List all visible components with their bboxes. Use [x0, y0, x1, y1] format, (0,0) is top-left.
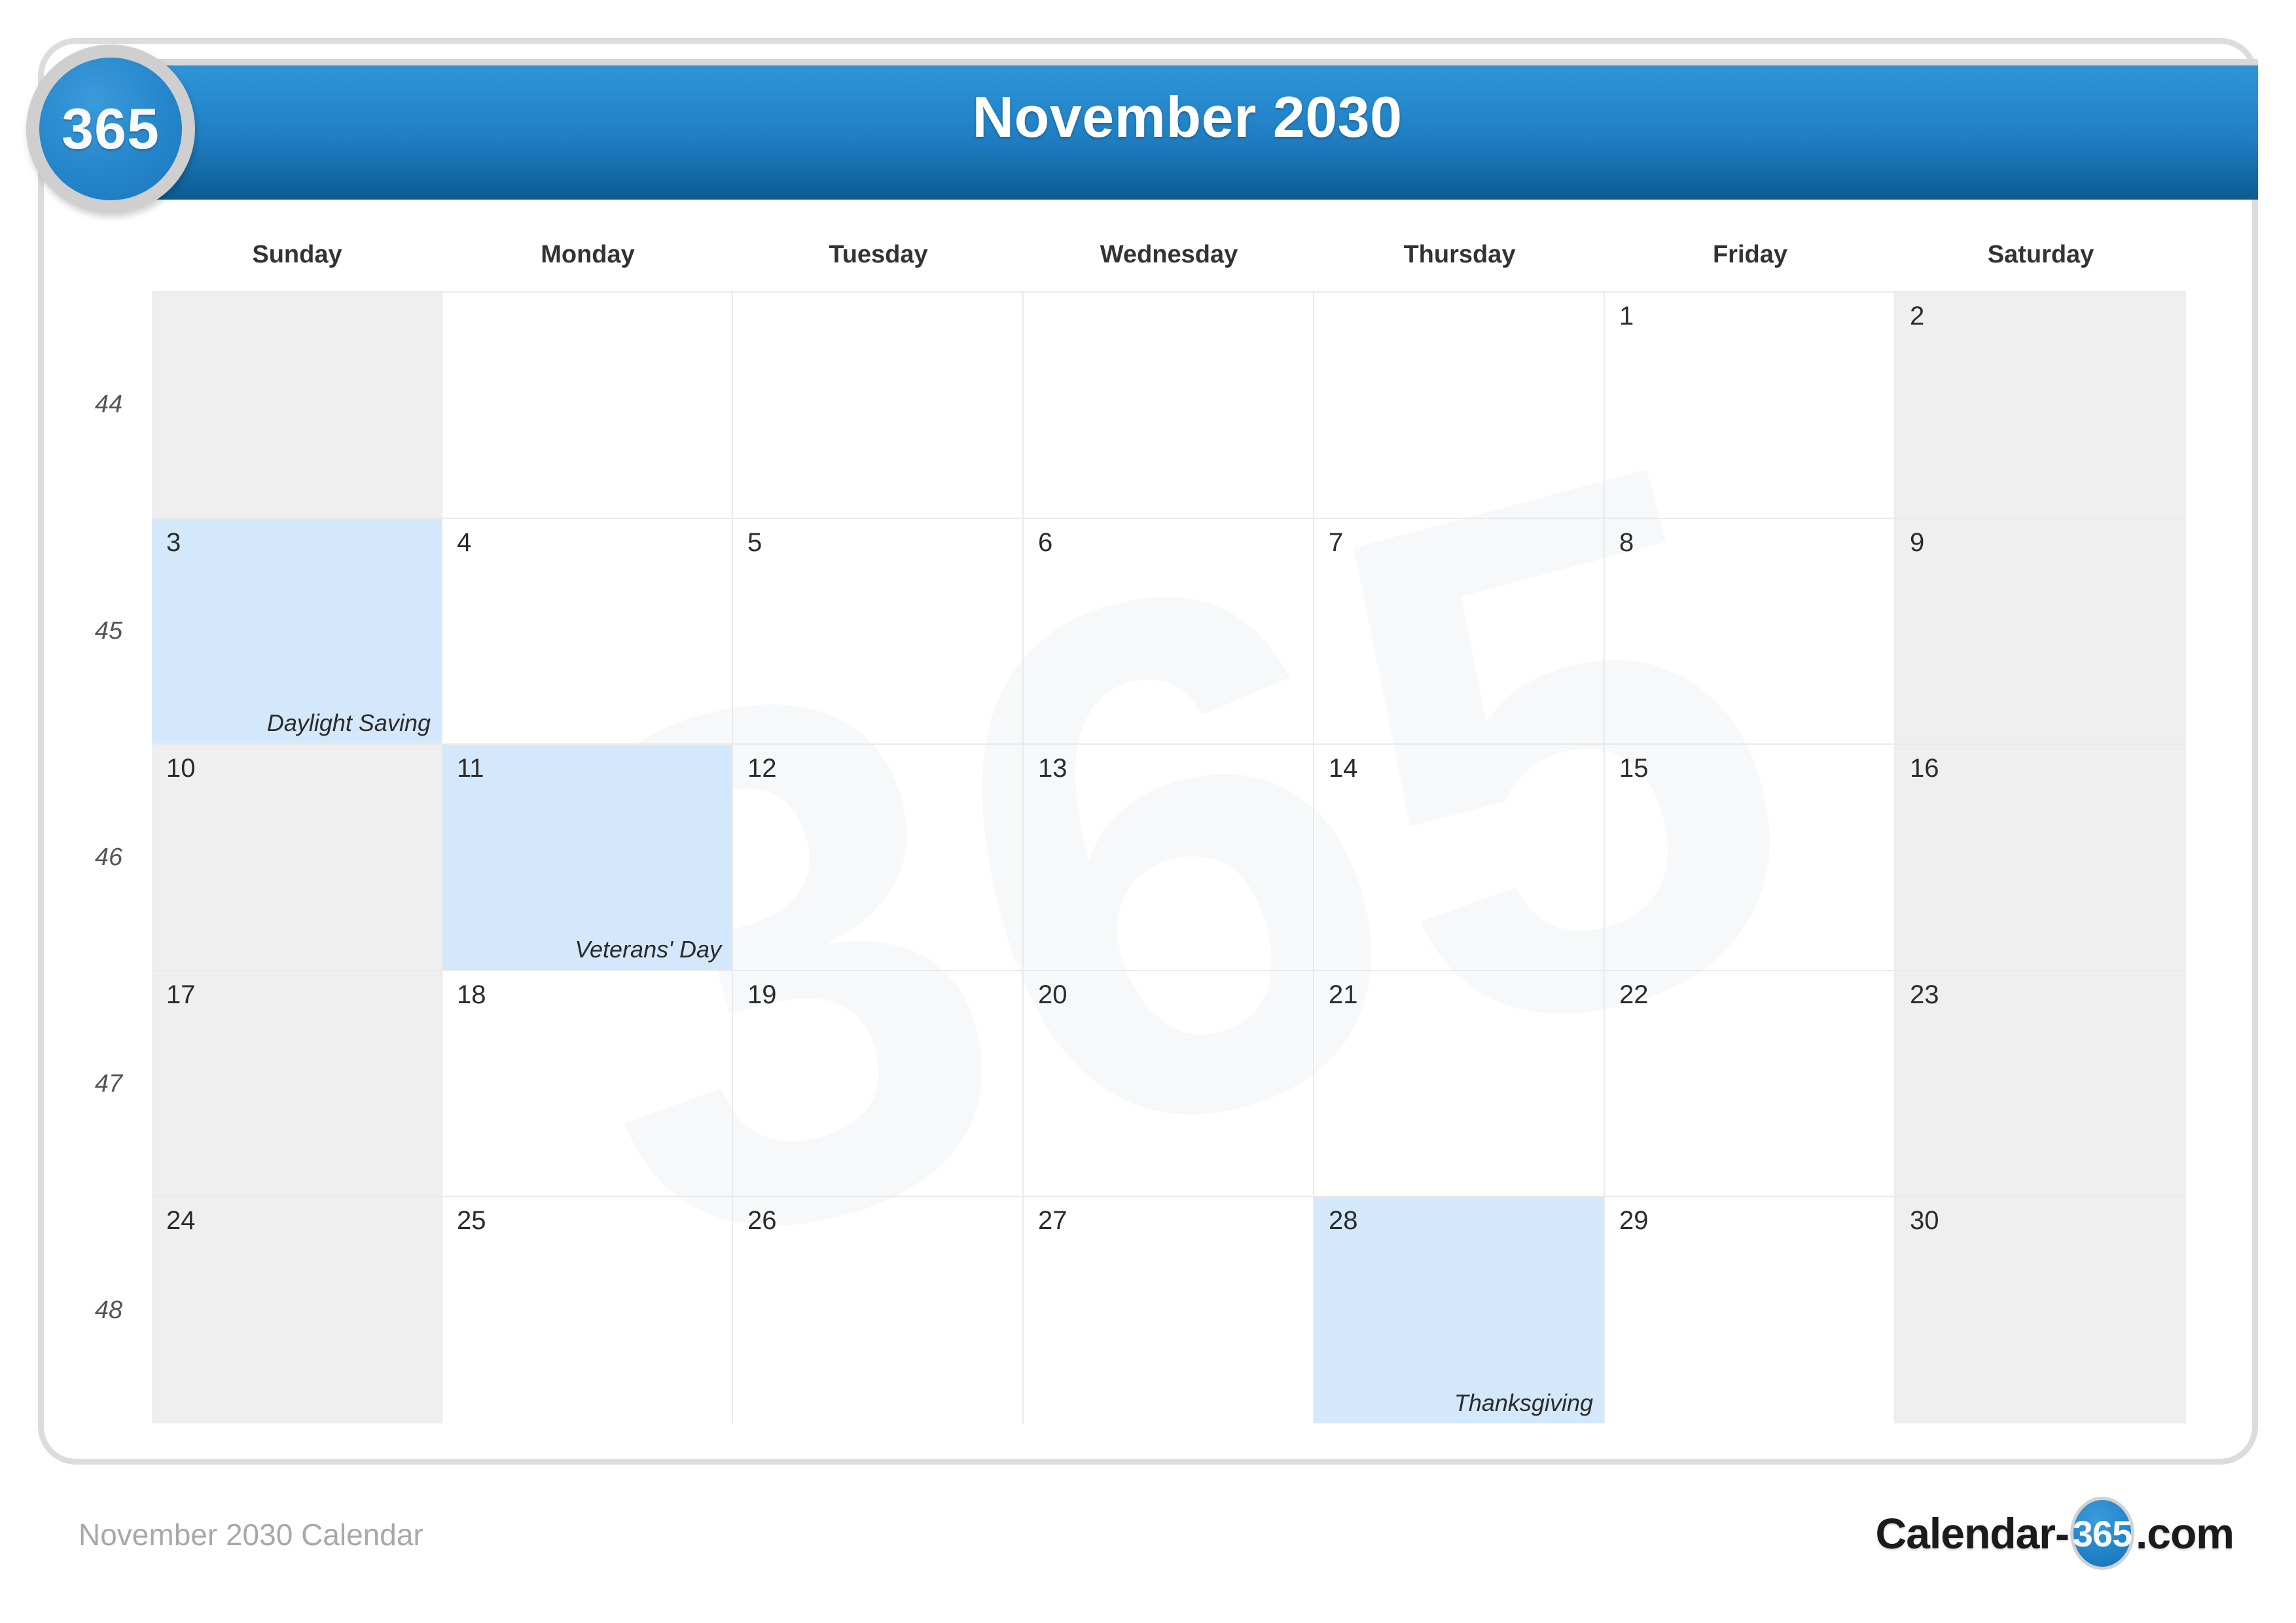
- day-number: 28: [1329, 1206, 1358, 1236]
- calendar-day-cell[interactable]: 8: [1605, 518, 1895, 745]
- day-number: 30: [1910, 1206, 1939, 1236]
- brand-badge-label: 365: [62, 96, 160, 161]
- footer-caption: November 2030 Calendar: [79, 1518, 423, 1552]
- calendar-day-cell[interactable]: 23: [1895, 971, 2186, 1198]
- calendar-day-cell[interactable]: 19: [733, 971, 1024, 1198]
- day-number: 22: [1619, 980, 1649, 1009]
- day-number: 24: [166, 1206, 196, 1236]
- day-number: 8: [1619, 527, 1634, 557]
- footer-logo-circle-label: 365: [2072, 1512, 2132, 1554]
- calendar-day-cell[interactable]: 9: [1895, 518, 2186, 745]
- calendar-day-cell[interactable]: 2: [1895, 293, 2186, 519]
- calendar-day-cell[interactable]: 11 Veterans' Day: [442, 745, 733, 971]
- calendar-page: 365 November 2030 365 Sunday Monday Tuesda…: [0, 0, 2296, 1623]
- calendar-day-cell[interactable]: 30: [1895, 1197, 2186, 1423]
- calendar-day-cell[interactable]: 15: [1605, 745, 1895, 971]
- calendar-grid: 1 2 3 Daylight Saving 4 5 6 7 8 9 10 11 Veterans' Da…: [152, 291, 2186, 1423]
- calendar-day-cell[interactable]: 28 Thanksgiving: [1314, 1197, 1605, 1423]
- calendar-cell-empty: [442, 293, 733, 519]
- week-number: 45: [94, 616, 123, 645]
- footer-logo-right: .com: [2135, 1509, 2234, 1558]
- calendar-day-cell[interactable]: 14: [1314, 745, 1605, 971]
- day-number: 23: [1910, 980, 1939, 1009]
- calendar-day-cell[interactable]: 7: [1314, 518, 1605, 745]
- holiday-label: Thanksgiving: [1454, 1389, 1593, 1416]
- day-number: 20: [1038, 980, 1067, 1009]
- calendar-day-cell[interactable]: 3 Daylight Saving: [152, 518, 442, 745]
- calendar-day-cell[interactable]: 29: [1605, 1197, 1895, 1423]
- day-number: 29: [1619, 1206, 1649, 1236]
- title-bar: November 2030: [117, 59, 2258, 200]
- calendar-day-cell[interactable]: 5: [733, 518, 1024, 745]
- week-number: 47: [94, 1069, 123, 1097]
- calendar-cell-empty: [1314, 293, 1605, 519]
- footer-logo[interactable]: Calendar- 365 .com: [1875, 1497, 2234, 1570]
- week-number-column: 44 45 46 47 48: [65, 291, 152, 1423]
- day-number: 21: [1329, 980, 1358, 1009]
- weekday-header-friday: Friday: [1712, 241, 1788, 268]
- day-number: 13: [1038, 754, 1067, 783]
- day-number: 15: [1619, 754, 1649, 783]
- weekday-header-saturday: Saturday: [1987, 241, 2094, 268]
- day-number: 3: [166, 527, 181, 557]
- calendar-cell-empty: [152, 293, 442, 519]
- calendar-day-cell[interactable]: 18: [442, 971, 733, 1198]
- footer-logo-circle-icon: 365: [2070, 1497, 2134, 1570]
- brand-badge-inner: 365: [39, 58, 182, 200]
- page-title: November 2030: [972, 84, 1403, 149]
- calendar-day-cell[interactable]: 17: [152, 971, 442, 1198]
- day-number: 26: [747, 1206, 777, 1236]
- day-number: 25: [457, 1206, 486, 1236]
- day-number: 7: [1329, 527, 1344, 557]
- calendar-day-cell[interactable]: 1: [1605, 293, 1895, 519]
- week-number: 48: [94, 1296, 123, 1324]
- calendar-day-cell[interactable]: 10: [152, 745, 442, 971]
- holiday-label: Daylight Saving: [266, 709, 431, 737]
- footer-logo-circle-inner: 365: [2072, 1500, 2132, 1567]
- day-number: 10: [166, 754, 196, 783]
- calendar-day-cell[interactable]: 13: [1024, 745, 1314, 971]
- calendar-day-cell[interactable]: 16: [1895, 745, 2186, 971]
- day-number: 6: [1038, 527, 1053, 557]
- calendar-day-cell[interactable]: 22: [1605, 971, 1895, 1198]
- day-number: 17: [166, 980, 196, 1009]
- calendar-day-cell[interactable]: 21: [1314, 971, 1605, 1198]
- day-number: 5: [747, 527, 762, 557]
- day-number: 1: [1619, 302, 1634, 330]
- day-number: 4: [457, 527, 472, 557]
- footer-logo-left: Calendar-: [1875, 1509, 2070, 1558]
- calendar-day-cell[interactable]: 24: [152, 1197, 442, 1423]
- weekday-header-monday: Monday: [541, 241, 635, 268]
- calendar-day-cell[interactable]: 27: [1024, 1197, 1314, 1423]
- day-number: 19: [747, 980, 777, 1009]
- brand-badge-365[interactable]: 365: [26, 45, 195, 213]
- holiday-label: Veterans' Day: [575, 935, 721, 963]
- day-number: 2: [1910, 302, 1925, 330]
- weekday-header-sunday: Sunday: [252, 241, 342, 268]
- calendar-cell-empty: [733, 293, 1024, 519]
- calendar-day-cell[interactable]: 12: [733, 745, 1024, 971]
- calendar-cell-empty: [1024, 293, 1314, 519]
- week-number: 46: [94, 843, 123, 871]
- week-number: 44: [94, 390, 123, 418]
- day-number: 9: [1910, 527, 1925, 557]
- calendar-day-cell[interactable]: 6: [1024, 518, 1314, 745]
- day-number: 14: [1329, 754, 1358, 783]
- calendar-day-cell[interactable]: 20: [1024, 971, 1314, 1198]
- weekday-header-thursday: Thursday: [1403, 241, 1516, 268]
- calendar-day-cell[interactable]: 4: [442, 518, 733, 745]
- weekday-header-wednesday: Wednesday: [1100, 241, 1238, 268]
- calendar-day-cell[interactable]: 26: [733, 1197, 1024, 1423]
- day-number: 18: [457, 980, 486, 1009]
- weekday-header-tuesday: Tuesday: [829, 241, 928, 268]
- weekday-header-row: Sunday Monday Tuesday Wednesday Thursday Frid…: [152, 241, 2186, 288]
- day-number: 12: [747, 754, 777, 783]
- day-number: 16: [1910, 754, 1939, 783]
- calendar-day-cell[interactable]: 25: [442, 1197, 733, 1423]
- day-number: 11: [457, 754, 484, 783]
- day-number: 27: [1038, 1206, 1067, 1236]
